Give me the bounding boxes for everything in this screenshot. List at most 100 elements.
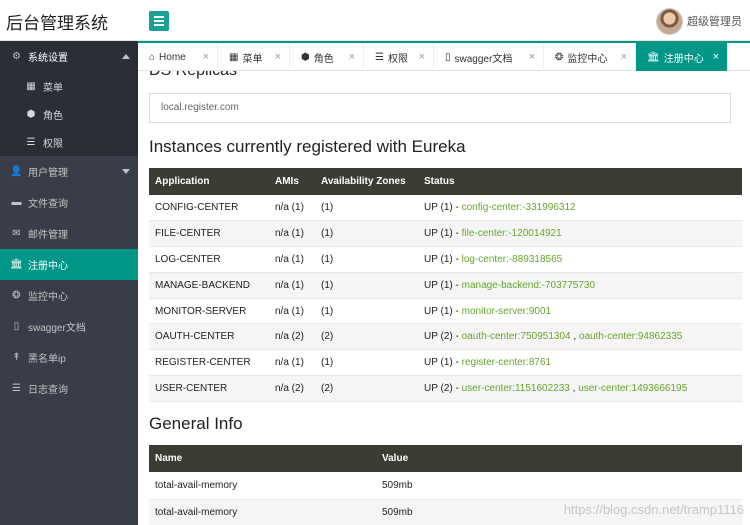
sidebar-item-3[interactable]: ✉ 邮件管理 (0, 218, 138, 249)
close-icon[interactable]: × (419, 51, 425, 63)
zones-cell: (1) (315, 246, 418, 273)
tab-3[interactable]: ☰ 权限 × (364, 43, 434, 71)
column-header: Status (418, 168, 742, 195)
sidebar-subitem-label: 权限 (43, 138, 63, 150)
close-icon[interactable]: × (713, 51, 719, 63)
bank-icon: 🏛 (647, 51, 660, 63)
register-url-link[interactable]: local.register.com (161, 102, 239, 113)
menu-toggle-button[interactable] (149, 11, 169, 31)
tab-1[interactable]: ▦ 菜单 × (218, 43, 290, 71)
user-menu[interactable]: 超级管理员 (656, 7, 742, 35)
close-icon[interactable]: × (275, 51, 281, 63)
status-cell: UP (2) - oauth-center:750951304 , oauth-… (418, 323, 742, 351)
amis-cell: n/a (1) (269, 246, 315, 273)
tab-6[interactable]: 🏛 注册中心 × (636, 43, 728, 71)
sidebar-item-label: 系统设置 (28, 53, 68, 64)
column-header: Value (376, 445, 742, 472)
app-title: 后台管理系统 (6, 14, 108, 33)
envelope-icon: ✉ (12, 228, 21, 239)
tab-label: 角色 (313, 53, 334, 65)
sidebar-item-label: 黑名单ip (28, 354, 66, 365)
amis-cell: n/a (1) (269, 272, 315, 299)
application-cell: OAUTH-CENTER (149, 323, 269, 351)
amis-cell: n/a (2) (269, 375, 315, 402)
close-icon[interactable]: × (349, 51, 355, 63)
table-row: MANAGE-BACKEND n/a (1) (1) UP (1) - manage-… (149, 272, 742, 299)
instance-link[interactable]: user-center:1151602233 (462, 383, 570, 394)
amis-cell: n/a (1) (269, 298, 315, 325)
zones-cell: (1) (315, 349, 418, 377)
file-icon: ▯ (445, 51, 451, 63)
chevron-down-icon (122, 169, 130, 174)
status-cell: UP (1) - file-center:-120014921 (418, 220, 742, 248)
status-text: UP (1) - (424, 357, 462, 369)
status-text: UP (2) - (424, 382, 462, 394)
sidebar-submenu: ▦ 菜单 ⬢ 角色 ☰ 权限 (0, 72, 138, 156)
close-icon[interactable]: × (203, 51, 209, 63)
sidebar-item-label: 日志查询 (28, 385, 68, 396)
bank-icon: 🏛 (10, 259, 23, 270)
avatar[interactable] (656, 7, 683, 35)
table-row: MONITOR-SERVER n/a (1) (1) UP (1) - monitor… (149, 298, 742, 325)
tab-label: 权限 (387, 53, 408, 65)
instance-link[interactable]: config-center:-331996312 (462, 202, 576, 213)
application-cell: MANAGE-BACKEND (149, 272, 269, 299)
instance-link[interactable]: register-center:8761 (462, 357, 552, 368)
sidebar-item-8[interactable]: ☰ 日志查询 (0, 373, 138, 404)
status-text: UP (1) - (424, 279, 462, 291)
cubes-icon: ⬢ (301, 51, 310, 63)
sidebar-item-label: 文件查询 (28, 199, 68, 210)
info-name-cell: total-avail-memory (149, 472, 376, 500)
instance-link[interactable]: oauth-center:750951304 (462, 331, 571, 342)
instance-link[interactable]: file-center:-120014921 (462, 228, 562, 239)
amis-cell: n/a (1) (269, 220, 315, 248)
sidebar-item-7[interactable]: ↟ 黑名单ip (0, 342, 138, 373)
zones-cell: (2) (315, 323, 418, 351)
table-row: USER-CENTER n/a (2) (2) UP (2) - user-cente… (149, 375, 742, 402)
close-icon[interactable]: × (529, 51, 535, 63)
windows-icon: ▦ (26, 80, 36, 92)
sidebar: ⚙ 系统设置 ▦ 菜单 ⬢ 角色 ☰ 权限 👤 用户管理 ▬ 文件查询 ✉ 邮件管理 🏛 注册中心 ❂ 监控中心 ▯… (0, 41, 138, 525)
sidebar-subitem-2[interactable]: ☰ 权限 (0, 128, 138, 156)
amis-cell: n/a (2) (269, 323, 315, 351)
column-header: Application (149, 168, 269, 195)
sidebar-subitem-label: 菜单 (43, 82, 63, 94)
zones-cell: (1) (315, 195, 418, 222)
user-name[interactable]: 超级管理员 (687, 13, 742, 29)
sidebar-item-2[interactable]: ▬ 文件查询 (0, 187, 138, 218)
close-icon[interactable]: × (621, 51, 627, 63)
sidebar-item-0[interactable]: ⚙ 系统设置 (0, 41, 138, 72)
application-cell: MONITOR-SERVER (149, 298, 269, 325)
list-icon: ☰ (26, 136, 36, 148)
separator: , (569, 382, 579, 394)
general-header-row: Name Value (149, 445, 742, 472)
tab-label: Home (159, 51, 186, 63)
tab-5[interactable]: ❂ 监控中心 × (544, 43, 636, 71)
status-cell: UP (1) - manage-backend:-703775730 (418, 272, 742, 299)
status-cell: UP (2) - user-center:1151602233 , user-c… (418, 375, 742, 402)
sidebar-subitem-0[interactable]: ▦ 菜单 (0, 72, 138, 100)
sidebar-subitem-label: 角色 (43, 110, 63, 122)
table-row: REGISTER-CENTER n/a (1) (1) UP (1) - regist… (149, 349, 742, 377)
tab-2[interactable]: ⬢ 角色 × (290, 43, 364, 71)
sidebar-item-5[interactable]: ❂ 监控中心 (0, 280, 138, 311)
instance-link[interactable]: log-center:-889318565 (462, 254, 563, 265)
tab-0[interactable]: ⌂ Home × (138, 43, 218, 71)
column-header: Name (149, 445, 376, 472)
sidebar-item-6[interactable]: ▯ swagger文档 (0, 311, 138, 342)
info-name-cell: total-avail-memory (149, 499, 376, 525)
instance-link[interactable]: oauth-center:94862335 (579, 331, 682, 342)
chevron-up-icon (122, 54, 130, 59)
sidebar-subitem-1[interactable]: ⬢ 角色 (0, 100, 138, 128)
zones-cell: (1) (315, 298, 418, 325)
instance-link[interactable]: manage-backend:-703775730 (462, 280, 595, 291)
status-cell: UP (1) - register-center:8761 (418, 349, 742, 377)
main-content: DS Replicas local.register.com Instances… (138, 71, 750, 525)
instance-link[interactable]: user-center:1493666195 (578, 383, 687, 394)
tab-4[interactable]: ▯ swagger文档 × (434, 43, 544, 71)
sidebar-item-1[interactable]: 👤 用户管理 (0, 156, 138, 187)
top-header: 后台管理系统 超级管理员 (0, 0, 750, 41)
instance-link[interactable]: monitor-server:9001 (462, 306, 551, 317)
status-text: UP (1) - (424, 305, 462, 317)
sidebar-item-4[interactable]: 🏛 注册中心 (0, 249, 138, 280)
